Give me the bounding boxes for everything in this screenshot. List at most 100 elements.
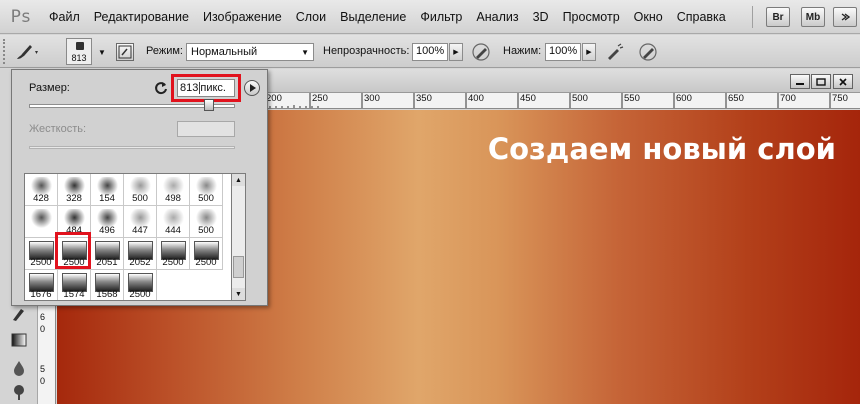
toggle-brush-panel-button[interactable] <box>116 43 134 61</box>
brush-preset-cell[interactable]: 2052 <box>124 238 157 270</box>
brush-size-label: 2052 <box>129 257 151 268</box>
brush-size-label: 2500 <box>129 289 151 300</box>
menu-view[interactable]: Просмотр <box>556 0 627 34</box>
scroll-down-icon[interactable]: ▼ <box>232 288 245 300</box>
chevron-down-icon: ▼ <box>301 47 309 57</box>
brush-preset-popup: Размер: 813 пикс. Жесткость: 428 328 154 50… <box>11 69 268 306</box>
mini-bridge-button[interactable]: Mb <box>801 7 825 27</box>
brush-preset-cell[interactable]: 1574 <box>58 270 91 300</box>
chevron-down-icon[interactable]: ▼ <box>98 48 106 57</box>
pressure-opacity-icon[interactable] <box>470 41 492 63</box>
close-button[interactable] <box>833 74 853 89</box>
hardness-slider[interactable] <box>29 146 235 149</box>
ruler-label: 500 <box>572 93 588 104</box>
flow-input[interactable]: 100% <box>545 43 581 61</box>
ruler-label: 750 <box>832 93 848 104</box>
menu-image[interactable]: Изображение <box>196 0 289 34</box>
brush-preset-cell[interactable]: 1676 <box>25 270 58 300</box>
brush-preset-cell[interactable]: 500 <box>190 206 223 238</box>
menu-edit[interactable]: Редактирование <box>87 0 196 34</box>
brush-preset-cell[interactable]: 447 <box>124 206 157 238</box>
brush-preset-cell[interactable]: 444 <box>157 206 190 238</box>
brush-panel-icon <box>118 45 132 59</box>
menu-3d[interactable]: 3D <box>526 0 556 34</box>
brush-size-label: 2051 <box>96 257 118 268</box>
brush-preset-cell[interactable]: 500 <box>124 174 157 206</box>
opacity-slider-button[interactable]: ▶ <box>449 43 463 61</box>
brush-preset-cell[interactable]: 2500 <box>157 238 190 270</box>
mode-select[interactable]: Нормальный ▼ <box>186 43 314 61</box>
bridge-button[interactable]: Br <box>766 7 790 27</box>
blur-tool-icon[interactable] <box>9 359 29 377</box>
menu-layers[interactable]: Слои <box>289 0 333 34</box>
selected-brush-highlight <box>55 232 91 269</box>
brush-size-label: 2500 <box>30 257 52 268</box>
ruler-label: 5 <box>40 364 46 374</box>
size-slider-thumb[interactable] <box>204 99 214 111</box>
opacity-label: Непрозрачность: <box>323 45 410 57</box>
brush-menu-button[interactable] <box>244 80 260 96</box>
opacity-input[interactable]: 100% <box>412 43 448 61</box>
pressure-size-icon[interactable] <box>637 41 659 63</box>
brush-size-label: 447 <box>132 225 148 236</box>
scroll-up-icon[interactable]: ▲ <box>232 174 245 186</box>
options-grip[interactable] <box>3 39 7 64</box>
extras-menu-button[interactable] <box>833 7 857 27</box>
ruler-label: 600 <box>676 93 692 104</box>
brush-preset-cell[interactable]: 2051 <box>91 238 124 270</box>
menu-file[interactable]: Файл <box>42 0 87 34</box>
brush-size-label: 500 <box>198 193 214 204</box>
menu-filter[interactable]: Фильтр <box>413 0 469 34</box>
brush-preset-cell[interactable]: 2500 <box>124 270 157 300</box>
brush-preset-cell[interactable]: 2500 <box>25 238 58 270</box>
menu-select[interactable]: Выделение <box>333 0 413 34</box>
dodge-tool-icon[interactable] <box>9 383 29 401</box>
maximize-button[interactable] <box>811 74 831 89</box>
brush-size-label: 2500 <box>162 257 184 268</box>
brush-size-label: 1676 <box>30 289 52 300</box>
ruler-label: 400 <box>468 93 484 104</box>
menu-items: Файл Редактирование Изображение Слои Выд… <box>42 0 733 34</box>
airbrush-icon[interactable] <box>603 41 625 63</box>
brush-preset-picker[interactable]: 813 <box>66 38 92 65</box>
brush-grid-scrollbar[interactable]: ▲ ▼ <box>232 173 246 301</box>
brush-preset-cell[interactable]: 428 <box>25 174 58 206</box>
hardness-input[interactable] <box>177 121 235 137</box>
minimize-button[interactable] <box>790 74 810 89</box>
brush-size-label: 444 <box>165 225 181 236</box>
ruler-label: 0 <box>40 376 46 386</box>
brush-size-label: 500 <box>132 193 148 204</box>
brush-preset-cell[interactable]: 498 <box>157 174 190 206</box>
minimize-icon <box>796 82 804 85</box>
ruler-label: 650 <box>728 93 744 104</box>
ruler-label: 0 <box>40 324 46 334</box>
canvas-caption: Создаем новый слой <box>487 132 836 166</box>
ruler-label: 450 <box>520 93 536 104</box>
reset-size-icon[interactable] <box>153 80 169 96</box>
ruler-label: 300 <box>364 93 380 104</box>
brush-size-label: 500 <box>198 225 214 236</box>
gradient-tool-icon[interactable] <box>9 331 29 349</box>
brush-preset-cell[interactable]: 154 <box>91 174 124 206</box>
smudge-tool-icon[interactable] <box>9 305 29 323</box>
brush-preset-cell[interactable]: 496 <box>91 206 124 238</box>
ruler-label: 250 <box>312 93 328 104</box>
flow-label: Нажим: <box>503 45 542 57</box>
brush-size-label: 1574 <box>63 289 85 300</box>
brush-size-label: 1568 <box>96 289 118 300</box>
scrollbar-thumb[interactable] <box>233 256 244 278</box>
brush-preset-cell[interactable]: 500 <box>190 174 223 206</box>
ruler-label: 350 <box>416 93 432 104</box>
options-bar: 813 ▼ Режим: Нормальный ▼ Непрозрачность… <box>0 35 860 68</box>
menu-analysis[interactable]: Анализ <box>469 0 525 34</box>
flow-slider-button[interactable]: ▶ <box>582 43 596 61</box>
brush-size-readout: 813 <box>71 53 87 63</box>
menu-help[interactable]: Справка <box>670 0 733 34</box>
brush-preset-cell[interactable]: 1568 <box>91 270 124 300</box>
brush-tool-preset-icon[interactable] <box>14 42 40 62</box>
brush-preset-cell[interactable]: 2500 <box>190 238 223 270</box>
brush-preset-cell[interactable]: 328 <box>58 174 91 206</box>
brush-preset-cell[interactable] <box>25 206 58 238</box>
size-label: Размер: <box>29 82 70 94</box>
menu-window[interactable]: Окно <box>627 0 670 34</box>
